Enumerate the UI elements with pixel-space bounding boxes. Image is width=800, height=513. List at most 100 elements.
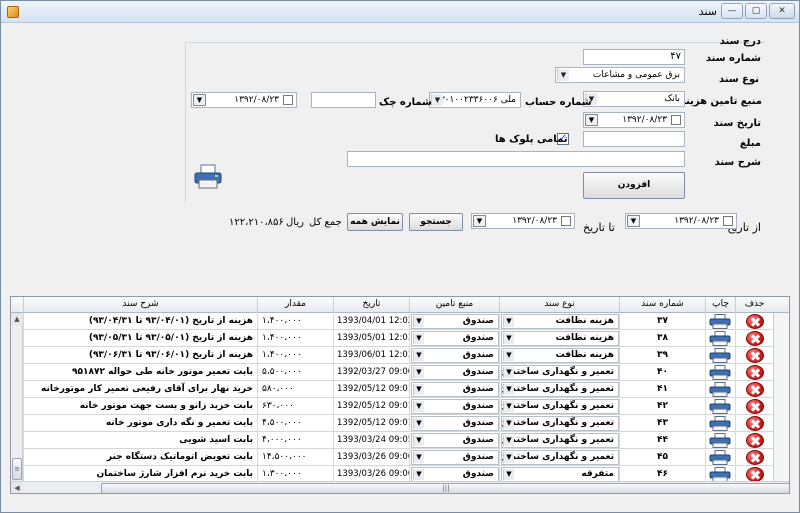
col-delete[interactable]: حذف [735, 297, 773, 313]
print-icon[interactable] [709, 365, 733, 380]
scroll-up-button[interactable]: ▲ [11, 313, 23, 325]
delete-icon[interactable] [746, 365, 764, 380]
doc-type-cell-select[interactable]: تعمیر و نگهداری ساختمان ▼ [501, 433, 619, 448]
doc-type-select[interactable]: برق عمومی و مشاعات ▼ [555, 67, 685, 83]
amount-field[interactable] [583, 131, 685, 147]
horizontal-scrollbar[interactable]: ◀ ||| [11, 481, 789, 493]
doc-number-cell: ۳۹ [619, 347, 705, 364]
col-date[interactable]: تاریخ [333, 297, 409, 313]
print-icon[interactable] [709, 331, 733, 346]
print-icon[interactable] [709, 416, 733, 431]
table-row[interactable]: ۳۹ هزینه نظافت ▼ صندوق ▼ 1393/06/01 12:03 ۱،۴۰… [11, 347, 789, 364]
doc-date-checkbox[interactable] [671, 115, 681, 125]
doc-date-picker[interactable]: ▼ ۱۳۹۲/۰۸/۲۳ [583, 112, 685, 128]
table-row[interactable]: ۴۲ تعمیر و نگهداری ساختمان ▼ صندوق ▼ 1392/05/… [11, 398, 789, 415]
account-select[interactable]: ملی ۰۳۰۱۰۰۲۳۳۶۰۰۶ ▼ [429, 92, 521, 108]
col-source[interactable]: منبع تامین [409, 297, 499, 313]
doc-type-cell-select[interactable]: تعمیر و نگهداری ساختمان ▼ [501, 382, 619, 397]
row-selector[interactable] [773, 347, 789, 364]
search-button[interactable]: جستجو [409, 213, 463, 231]
maximize-button[interactable]: ▢ [745, 3, 767, 19]
doc-type-cell-select[interactable]: هزینه نظافت ▼ [501, 348, 619, 363]
print-icon[interactable] [709, 348, 733, 363]
source-cell-select[interactable]: صندوق ▼ [411, 382, 499, 397]
source-cell-select[interactable]: صندوق ▼ [411, 433, 499, 448]
source-cell-select[interactable]: صندوق ▼ [411, 399, 499, 414]
col-print[interactable]: چاپ [705, 297, 735, 313]
source-cell: صندوق ▼ [409, 364, 499, 381]
doc-type-cell-select[interactable]: تعمیر و نگهداری ساختمان ▼ [501, 365, 619, 380]
delete-icon[interactable] [746, 416, 764, 431]
scroll-left-button[interactable]: ◀ [11, 482, 23, 493]
delete-icon[interactable] [746, 399, 764, 414]
close-button[interactable]: ✕ [769, 3, 795, 19]
row-selector[interactable] [773, 398, 789, 415]
doc-type-cell-select[interactable]: هزینه نظافت ▼ [501, 331, 619, 346]
delete-icon[interactable] [746, 348, 764, 363]
delete-icon[interactable] [746, 314, 764, 329]
doc-number-field[interactable]: ۴۷ [583, 49, 685, 65]
to-date-checkbox[interactable] [561, 216, 571, 226]
doc-type-cell-select[interactable]: تعمیر و نگهداری ساختمان ▼ [501, 416, 619, 431]
check-date-picker[interactable]: ▼ ۱۳۹۲/۰۸/۲۳ [191, 92, 297, 108]
table-row[interactable]: ۳۷ هزینه نظافت ▼ صندوق ▼ 1393/04/01 12:02 ۱،۴۰… [11, 313, 789, 330]
source-cell-select[interactable]: صندوق ▼ [411, 467, 499, 482]
table-row[interactable]: ۴۵ تعمیر و نگهداری ساختمان ▼ صندوق ▼ 1393/03/… [11, 449, 789, 466]
doc-type-cell-select[interactable]: تعمیر و نگهداری ساختمان ▼ [501, 399, 619, 414]
source-cell-select[interactable]: صندوق ▼ [411, 365, 499, 380]
print-icon[interactable] [709, 450, 733, 465]
table-row[interactable]: ۴۰ تعمیر و نگهداری ساختمان ▼ صندوق ▼ 1392/03/… [11, 364, 789, 381]
print-icon[interactable] [709, 433, 733, 448]
row-selector[interactable] [773, 432, 789, 449]
chevron-down-icon: ▼ [413, 469, 424, 480]
doc-number-cell: ۴۳ [619, 415, 705, 432]
print-icon[interactable] [709, 382, 733, 397]
row-selector[interactable] [773, 415, 789, 432]
doc-type-cell-select[interactable]: هزینه نظافت ▼ [501, 314, 619, 329]
doc-type-cell-select[interactable]: تعمیر و نگهداری ساختمان ▼ [501, 450, 619, 465]
table-row[interactable]: ۴۱ تعمیر و نگهداری ساختمان ▼ صندوق ▼ 1392/05/… [11, 381, 789, 398]
doc-type-cell-select[interactable]: متفرقه ▼ [501, 467, 619, 482]
source-cell-select[interactable]: صندوق ▼ [411, 450, 499, 465]
vertical-scrollbar[interactable]: ▲ ≡ [11, 313, 23, 482]
source-cell-select[interactable]: صندوق ▼ [411, 331, 499, 346]
description-field[interactable] [347, 151, 685, 167]
minimize-button[interactable]: — [721, 3, 743, 19]
to-date-picker[interactable]: ▼ ۱۳۹۲/۰۸/۲۳ [471, 213, 575, 229]
funding-select[interactable]: بانک ▼ [583, 91, 685, 107]
table-row[interactable]: ۴۳ تعمیر و نگهداری ساختمان ▼ صندوق ▼ 1392/05/… [11, 415, 789, 432]
delete-icon[interactable] [746, 331, 764, 346]
from-date-checkbox[interactable] [723, 216, 733, 226]
col-amount[interactable]: مقدار [257, 297, 333, 313]
add-button[interactable]: افزودن [583, 172, 685, 199]
source-cell-select[interactable]: صندوق ▼ [411, 416, 499, 431]
delete-icon[interactable] [746, 433, 764, 448]
printer-icon[interactable] [193, 164, 225, 190]
row-selector[interactable] [773, 449, 789, 466]
table-row[interactable]: ۳۸ هزینه نظافت ▼ صندوق ▼ 1393/05/01 12:03 ۱،۴۰… [11, 330, 789, 347]
delete-icon[interactable] [746, 382, 764, 397]
print-icon[interactable] [709, 399, 733, 414]
col-doc-type[interactable]: نوع سند [499, 297, 619, 313]
delete-icon[interactable] [746, 467, 764, 482]
from-date-picker[interactable]: ▼ ۱۳۹۲/۰۸/۲۳ [625, 213, 737, 229]
check-number-field[interactable] [311, 92, 376, 108]
print-icon[interactable] [709, 314, 733, 329]
table-row[interactable]: ۴۴ تعمیر و نگهداری ساختمان ▼ صندوق ▼ 1393/03/… [11, 432, 789, 449]
horizontal-scroll-thumb[interactable]: ||| [101, 483, 789, 493]
source-cell-select[interactable]: صندوق ▼ [411, 314, 499, 329]
row-selector[interactable] [773, 381, 789, 398]
row-selector[interactable] [773, 330, 789, 347]
chevron-down-icon: ▼ [413, 435, 424, 446]
row-selector[interactable] [773, 364, 789, 381]
check-date-checkbox[interactable] [283, 95, 293, 105]
col-description[interactable]: شرح سند [23, 297, 257, 313]
source-cell-select[interactable]: صندوق ▼ [411, 348, 499, 363]
show-all-button[interactable]: نمایش همه [347, 213, 403, 231]
delete-icon[interactable] [746, 450, 764, 465]
col-doc-number[interactable]: شماره سند [619, 297, 705, 313]
print-icon[interactable] [709, 467, 733, 482]
source-cell: صندوق ▼ [409, 381, 499, 398]
vertical-scroll-thumb[interactable]: ≡ [12, 458, 22, 480]
row-selector[interactable] [773, 313, 789, 330]
